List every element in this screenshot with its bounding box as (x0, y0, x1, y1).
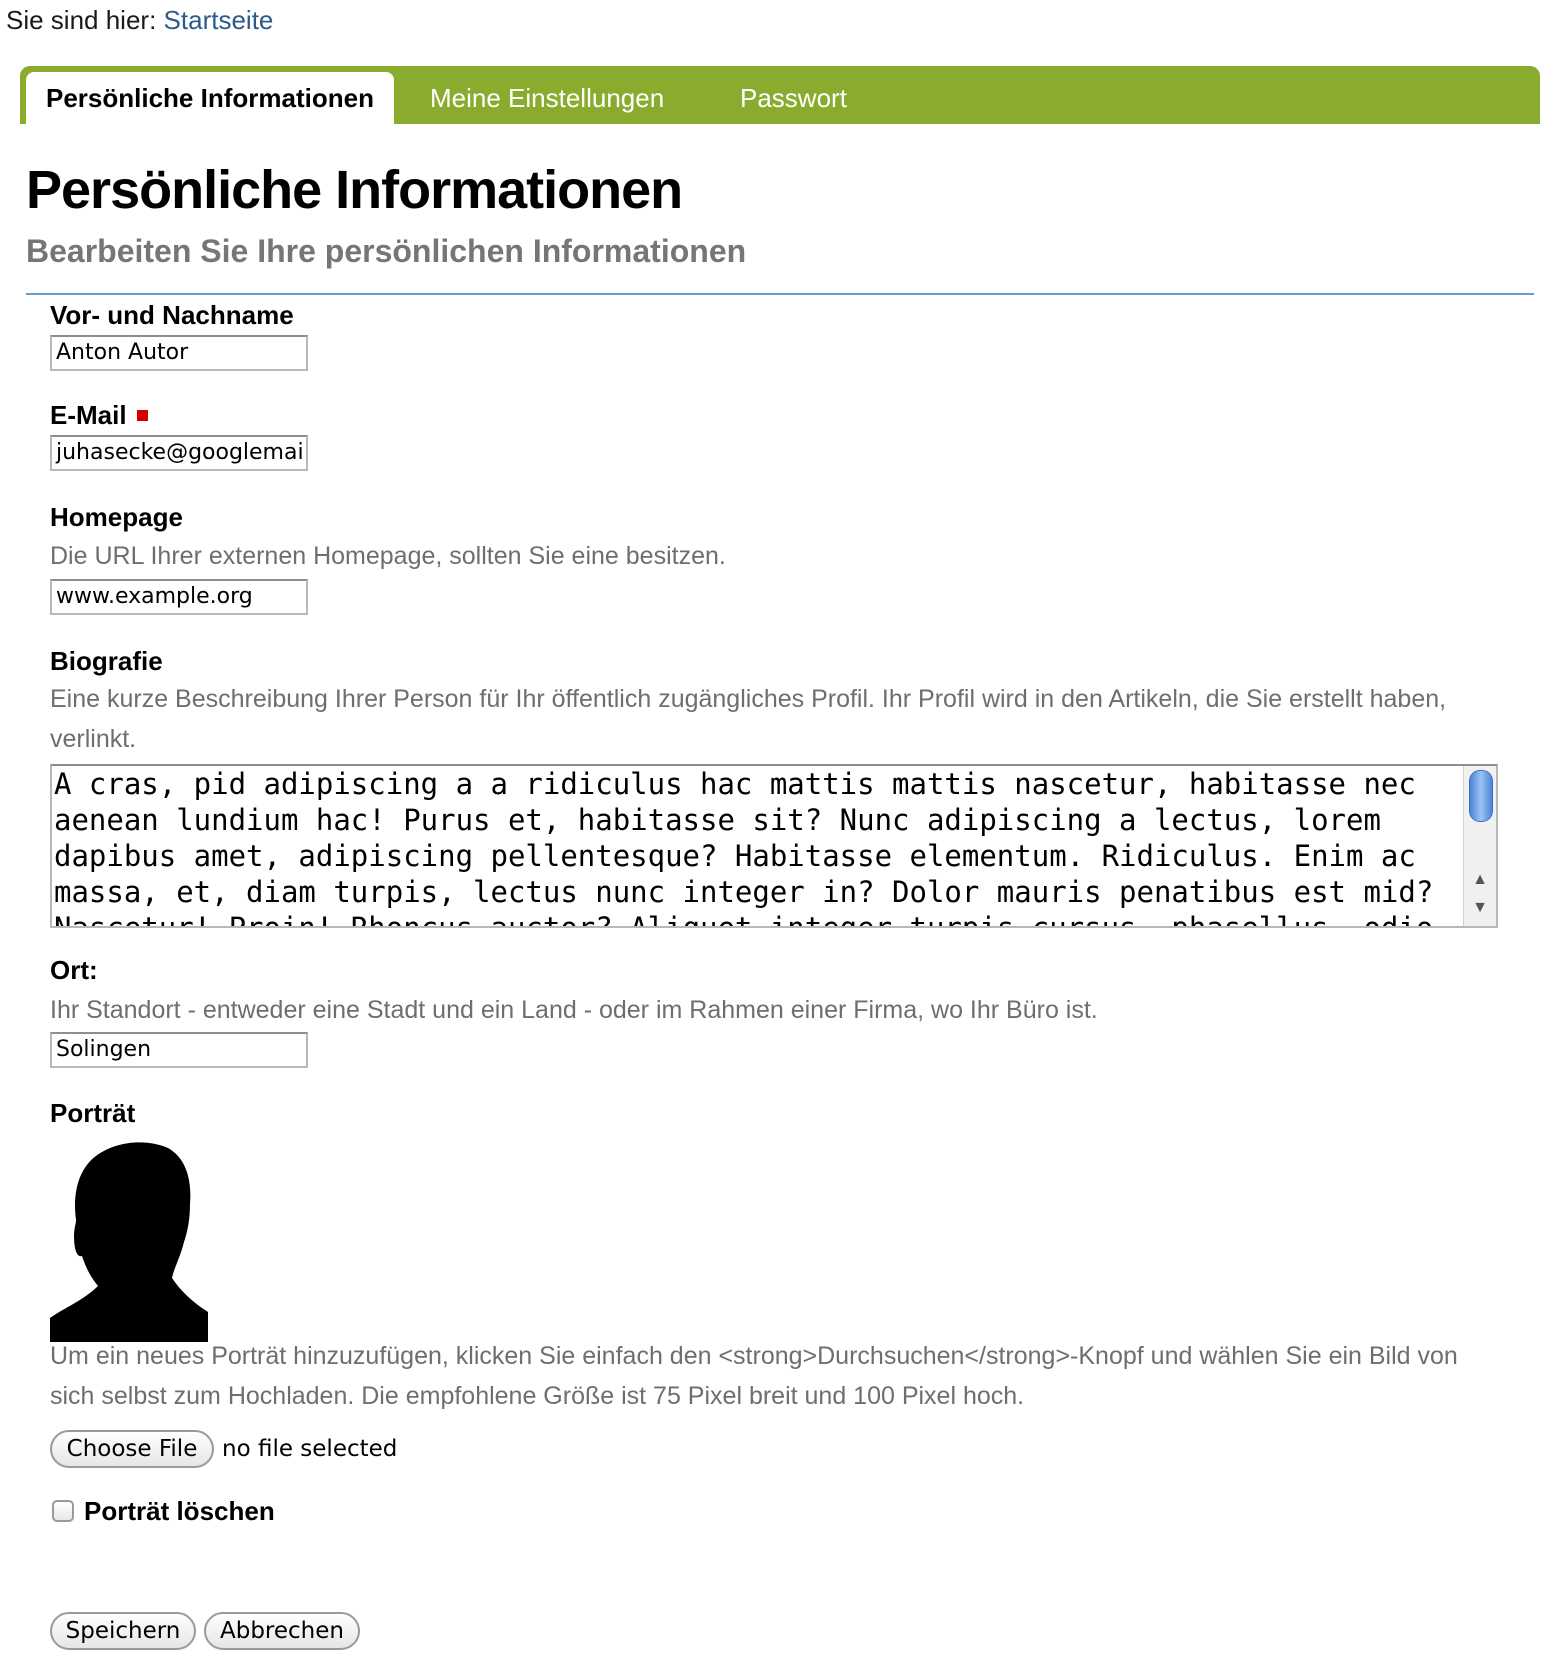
email-label-row: E-Mail (50, 398, 148, 432)
divider (26, 293, 1534, 295)
portrait-help: Um ein neues Porträt hinzuzufügen, klick… (50, 1342, 1458, 1410)
portrait-label: Porträt (50, 1098, 136, 1128)
homepage-label: Homepage (50, 502, 183, 532)
page-title: Persönliche Informationen (26, 160, 683, 220)
tab-my-settings[interactable]: Meine Einstellungen (410, 72, 684, 124)
person-silhouette-icon (50, 1142, 208, 1342)
biography-label: Biografie (50, 646, 163, 676)
tab-personal-information[interactable]: Persönliche Informationen (26, 72, 394, 124)
arrow-up-icon[interactable]: ▲ (1464, 866, 1496, 894)
file-status: no file selected (222, 1436, 398, 1462)
save-button[interactable]: Speichern (50, 1612, 196, 1650)
biography-scrollbar[interactable]: ▲ ▼ (1463, 766, 1496, 926)
required-marker (136, 410, 148, 421)
breadcrumb: Sie sind hier: Startseite (6, 4, 273, 36)
homepage-help: Die URL Ihrer externen Homepage, sollten… (50, 542, 726, 570)
location-label: Ort: (50, 955, 98, 985)
location-help: Ihr Standort - entweder eine Stadt und e… (50, 996, 1098, 1024)
tab-password[interactable]: Passwort (720, 72, 867, 124)
arrow-down-icon[interactable]: ▼ (1464, 894, 1496, 922)
delete-portrait-checkbox[interactable] (52, 1500, 74, 1522)
email-field[interactable]: juhasecke@googlemai (50, 435, 308, 471)
fullname-label: Vor- und Nachname (50, 300, 294, 330)
biography-text: A cras, pid adipiscing a a ridiculus hac… (54, 767, 1451, 928)
breadcrumb-home-link[interactable]: Startseite (164, 5, 274, 35)
cancel-button[interactable]: Abbrechen (204, 1612, 360, 1650)
location-field[interactable]: Solingen (50, 1032, 308, 1068)
homepage-field[interactable]: www.example.org (50, 579, 308, 615)
page-subtitle: Bearbeiten Sie Ihre persönlichen Informa… (26, 233, 747, 269)
biography-help: Eine kurze Beschreibung Ihrer Person für… (50, 685, 1447, 753)
delete-portrait-label[interactable]: Porträt löschen (84, 1494, 275, 1528)
breadcrumb-prefix: Sie sind hier: (6, 5, 157, 35)
scroll-thumb[interactable] (1469, 770, 1493, 822)
biography-textarea[interactable]: A cras, pid adipiscing a a ridiculus hac… (50, 764, 1498, 928)
email-label: E-Mail (50, 400, 127, 430)
fullname-field[interactable]: Anton Autor (50, 335, 308, 371)
choose-file-button[interactable]: Choose File (50, 1430, 214, 1468)
tab-bar: Persönliche Informationen Meine Einstell… (20, 66, 1540, 124)
